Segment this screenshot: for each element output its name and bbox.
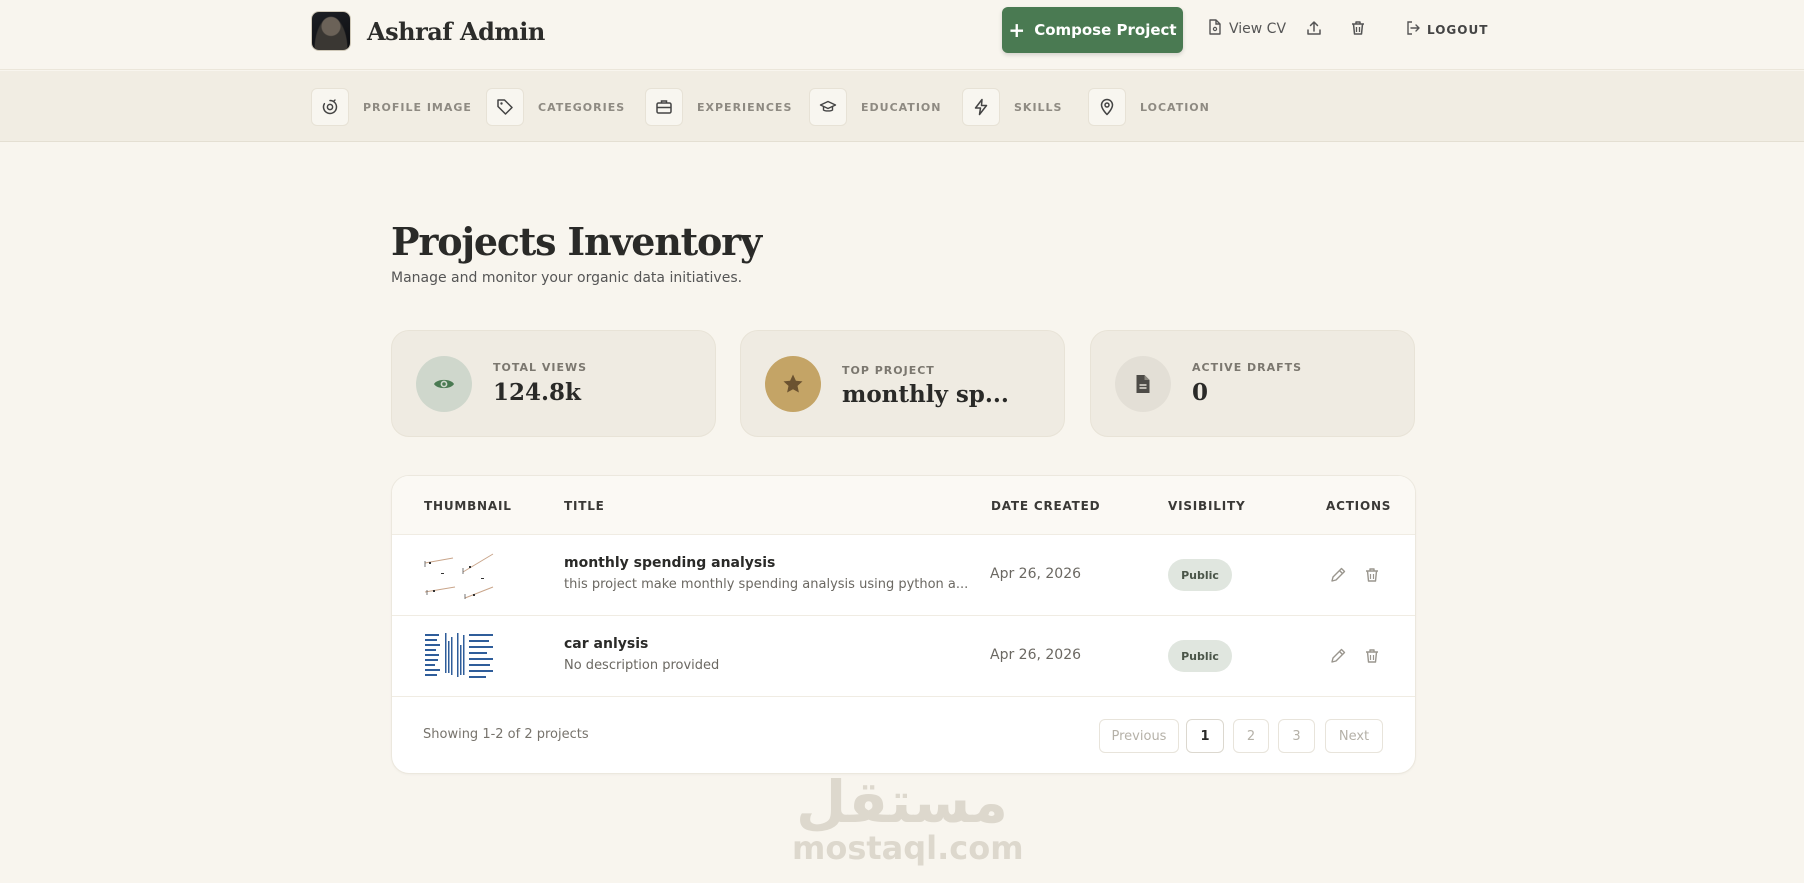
- compose-project-label: Compose Project: [1034, 21, 1177, 39]
- section-nav: PROFILE IMAGE CATEGORIES EXPERIENCES EDU…: [0, 71, 1804, 142]
- map-pin-icon: [1088, 88, 1126, 126]
- delete-trash-icon[interactable]: [1363, 566, 1381, 584]
- page-subtitle: Manage and monitor your organic data ini…: [391, 270, 743, 286]
- nav-item-skills[interactable]: SKILLS: [962, 88, 1062, 126]
- eye-icon: [416, 356, 472, 412]
- page-3-button[interactable]: 3: [1278, 719, 1315, 753]
- stat-card-top-project: TOP PROJECT monthly sp...: [740, 330, 1065, 437]
- page-title: Projects Inventory: [391, 219, 762, 264]
- nav-item-location[interactable]: LOCATION: [1088, 88, 1210, 126]
- document-icon: [1115, 356, 1171, 412]
- stat-card-total-views: TOTAL VIEWS 124.8k: [391, 330, 716, 437]
- column-header-thumbnail: THUMBNAIL: [424, 499, 512, 513]
- logout-label: LOGOUT: [1427, 22, 1489, 37]
- projects-table: THUMBNAIL TITLE DATE CREATED VISIBILITY …: [391, 475, 1416, 774]
- table-header: THUMBNAIL TITLE DATE CREATED VISIBILITY …: [392, 476, 1415, 535]
- nav-item-categories[interactable]: CATEGORIES: [486, 88, 625, 126]
- project-thumbnail[interactable]: [423, 631, 496, 683]
- stat-label: TOP PROJECT: [842, 364, 935, 377]
- upload-icon[interactable]: [1305, 19, 1323, 37]
- stat-label: TOTAL VIEWS: [493, 361, 588, 374]
- next-page-button[interactable]: Next: [1325, 719, 1383, 753]
- page-2-button[interactable]: 2: [1233, 719, 1269, 753]
- nav-label-profile-image: PROFILE IMAGE: [363, 100, 472, 114]
- brand-name: Ashraf Admin: [367, 16, 545, 46]
- watermark: مستقل mostaql.com: [792, 768, 1024, 867]
- page-1-button[interactable]: 1: [1186, 719, 1224, 753]
- edit-pencil-icon[interactable]: [1329, 647, 1347, 665]
- project-date: Apr 26, 2026: [990, 647, 1082, 663]
- nav-label-location: LOCATION: [1140, 100, 1210, 114]
- column-header-date: DATE CREATED: [991, 499, 1101, 513]
- nav-item-experiences[interactable]: EXPERIENCES: [645, 88, 792, 126]
- stat-value: monthly sp...: [842, 381, 1009, 408]
- pagination-summary: Showing 1-2 of 2 projects: [423, 727, 589, 742]
- stat-value: 124.8k: [493, 379, 581, 406]
- nav-label-experiences: EXPERIENCES: [697, 100, 793, 114]
- project-description: No description provided: [564, 658, 720, 673]
- column-header-actions: ACTIONS: [1326, 499, 1392, 513]
- delete-trash-icon[interactable]: [1363, 647, 1381, 665]
- project-description: this project make monthly spending analy…: [564, 577, 969, 592]
- nav-item-profile-image[interactable]: PROFILE IMAGE: [311, 88, 472, 126]
- stat-label: ACTIVE DRAFTS: [1192, 361, 1303, 374]
- stat-card-active-drafts: ACTIVE DRAFTS 0: [1090, 330, 1415, 437]
- visibility-badge: Public: [1168, 640, 1232, 672]
- edit-pencil-icon[interactable]: [1329, 566, 1347, 584]
- compose-project-button[interactable]: + Compose Project: [1002, 7, 1183, 53]
- previous-page-button[interactable]: Previous: [1099, 719, 1179, 753]
- tag-icon: [486, 88, 524, 126]
- watermark-arabic: مستقل: [795, 768, 1009, 836]
- view-cv-link[interactable]: View CV: [1208, 19, 1286, 39]
- trash-icon[interactable]: [1349, 19, 1367, 37]
- star-icon: [765, 356, 821, 412]
- nav-label-education: EDUCATION: [861, 100, 942, 114]
- avatar: [311, 11, 351, 51]
- top-header: Ashraf Admin + Compose Project View CV L…: [0, 0, 1804, 70]
- project-title[interactable]: monthly spending analysis: [564, 555, 775, 571]
- brand[interactable]: Ashraf Admin: [311, 11, 545, 51]
- column-header-visibility: VISIBILITY: [1168, 499, 1246, 513]
- project-thumbnail[interactable]: [423, 550, 496, 602]
- lightning-icon: [962, 88, 1000, 126]
- stat-value: 0: [1192, 379, 1209, 406]
- visibility-badge: Public: [1168, 559, 1232, 591]
- nav-label-categories: CATEGORIES: [538, 100, 626, 114]
- profile-image-icon: [311, 88, 349, 126]
- project-title[interactable]: car anlysis: [564, 636, 648, 652]
- table-row[interactable]: car anlysis No description provided Apr …: [392, 616, 1415, 697]
- logout-icon: [1406, 21, 1420, 38]
- file-icon: [1208, 19, 1222, 39]
- view-cv-label: View CV: [1229, 21, 1287, 37]
- graduation-cap-icon: [809, 88, 847, 126]
- nav-label-skills: SKILLS: [1014, 100, 1063, 114]
- briefcase-icon: [645, 88, 683, 126]
- table-row[interactable]: monthly spending analysis this project m…: [392, 535, 1415, 616]
- plus-icon: +: [1008, 18, 1026, 42]
- project-date: Apr 26, 2026: [990, 566, 1082, 582]
- nav-item-education[interactable]: EDUCATION: [809, 88, 941, 126]
- column-header-title: TITLE: [564, 499, 605, 513]
- logout-button[interactable]: LOGOUT: [1406, 21, 1488, 38]
- watermark-latin: mostaql.com: [792, 829, 1024, 867]
